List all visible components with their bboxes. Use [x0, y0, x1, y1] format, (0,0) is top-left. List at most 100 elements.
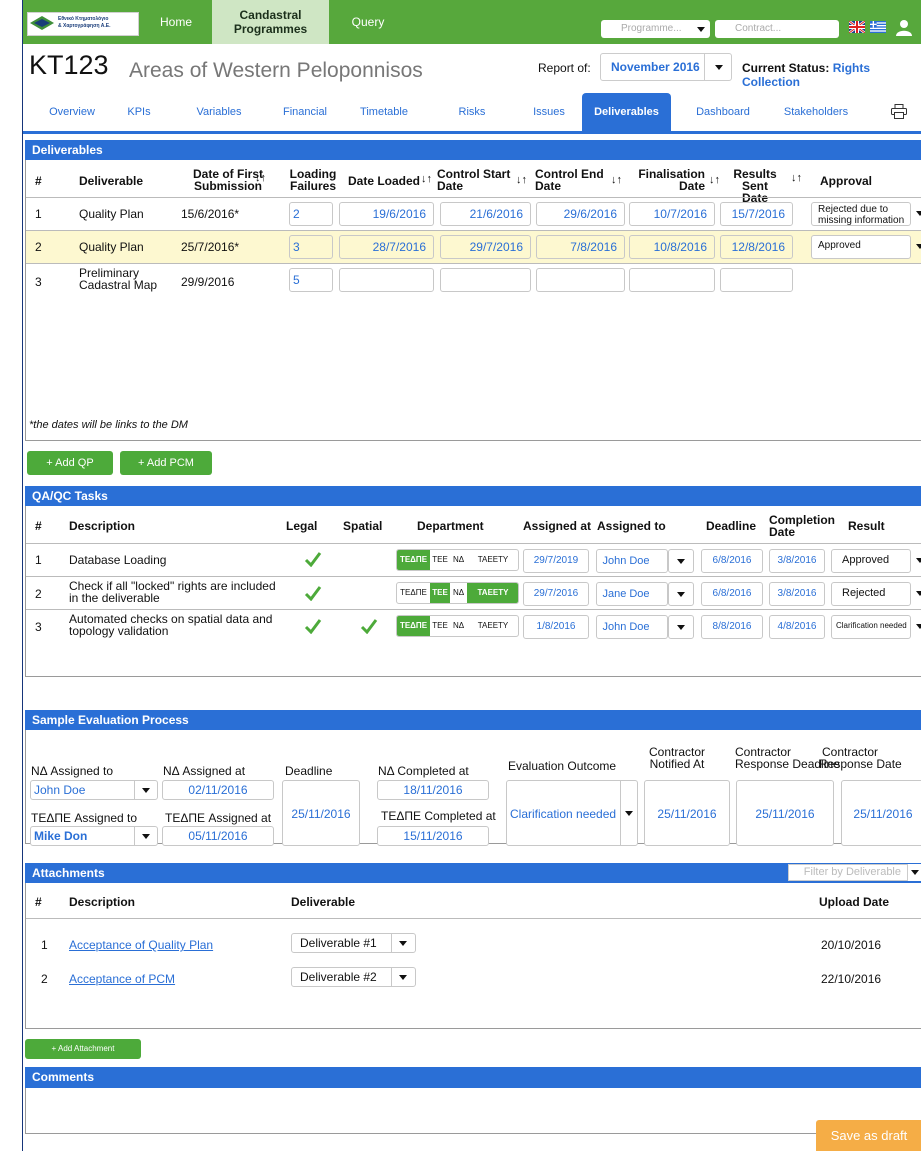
date-loaded-field[interactable]	[339, 268, 434, 292]
chevron-down-icon[interactable]	[916, 244, 921, 249]
sort-icon[interactable]: ↓↑	[516, 174, 527, 186]
nd-completed-field[interactable]: 18/11/2016	[377, 780, 489, 800]
dept-taeety[interactable]: ΤΑΕΕΤΥ	[467, 616, 518, 636]
tab-financial[interactable]: Financial	[269, 93, 341, 131]
tedpe-assigned-at-field[interactable]: 05/11/2016	[162, 826, 274, 846]
chevron-down-icon[interactable]	[916, 624, 921, 629]
tab-deliverables[interactable]: Deliverables	[582, 93, 671, 131]
control-start-field[interactable]: 29/7/2016	[440, 235, 531, 259]
tab-kpis[interactable]: KPIs	[109, 93, 169, 131]
results-sent-field[interactable]: 15/7/2016	[720, 202, 793, 226]
nd-assigned-to-select[interactable]: John Doe	[30, 780, 158, 800]
deadline-field[interactable]: 6/8/2016	[701, 549, 763, 573]
dept-tedpe[interactable]: ΤΕΔΠΕ	[397, 616, 430, 636]
contractor-response-date-field[interactable]: 25/11/2016	[841, 780, 921, 846]
dept-nd[interactable]: ΝΔ	[450, 550, 467, 570]
control-end-field[interactable]	[536, 268, 625, 292]
finalisation-field[interactable]: 10/8/2016	[629, 235, 715, 259]
results-sent-field[interactable]: 12/8/2016	[720, 235, 793, 259]
tedpe-completed-field[interactable]: 15/11/2016	[377, 826, 489, 846]
loading-failures-field[interactable]: 5	[289, 268, 333, 292]
assigned-at-field[interactable]: 1/8/2016	[523, 615, 589, 639]
filter-deliverable-select[interactable]: Filter by Deliverable	[788, 864, 908, 881]
date-loaded-field[interactable]: 19/6/2016	[339, 202, 434, 226]
assigned-to-caret-box[interactable]	[668, 549, 694, 573]
add-attachment-button[interactable]: + Add Attachment	[25, 1039, 141, 1059]
assigned-at-field[interactable]: 29/7/2019	[523, 549, 589, 573]
first-submission-date[interactable]: 29/9/2016	[181, 276, 234, 288]
dept-tedpe[interactable]: ΤΕΔΠΕ	[397, 550, 430, 570]
control-end-field[interactable]: 29/6/2016	[536, 202, 625, 226]
nav-cadastral-programmes[interactable]: Candastral Programmes	[212, 0, 329, 44]
attachment-deliverable-select[interactable]: Deliverable #2	[291, 967, 416, 987]
tab-dashboard[interactable]: Dashboard	[681, 93, 765, 131]
comments-textarea[interactable]	[25, 1088, 921, 1134]
control-start-field[interactable]	[440, 268, 531, 292]
chevron-down-icon[interactable]	[916, 558, 921, 563]
company-logo[interactable]: Εθνικό Κτηματολόγιο & Χαρτογράφηση Α.Ε.	[27, 12, 139, 36]
dept-nd[interactable]: ΝΔ	[450, 616, 467, 636]
col-control-end[interactable]: Control End Date	[535, 168, 604, 192]
completion-field[interactable]: 4/8/2016	[769, 615, 825, 639]
tab-variables[interactable]: Variables	[169, 93, 269, 131]
department-selector[interactable]: ΤΕΔΠΕ ΤΕΕ ΝΔ ΤΑΕΕΤΥ	[396, 549, 519, 571]
assigned-to-caret-box[interactable]	[668, 582, 694, 606]
assigned-to-select[interactable]: John Doe	[596, 549, 668, 573]
dept-taeety[interactable]: ΤΑΕΕΤΥ	[467, 550, 518, 570]
dept-tedpe[interactable]: ΤΕΔΠΕ	[397, 583, 430, 603]
approval-select[interactable]: Rejected due to missing information	[811, 202, 911, 226]
first-submission-date[interactable]: 25/7/2016*	[181, 241, 239, 253]
add-qp-button[interactable]: + Add QP	[27, 451, 113, 475]
result-select[interactable]: Approved	[831, 549, 911, 573]
evaluation-outcome-select[interactable]: Clarification needed	[506, 780, 638, 846]
assigned-to-caret-box[interactable]	[668, 615, 694, 639]
greek-flag-icon[interactable]	[870, 21, 886, 33]
sort-icon[interactable]: ↓↑	[791, 172, 802, 184]
save-draft-button[interactable]: Save as draft	[816, 1120, 921, 1151]
nd-assigned-at-field[interactable]: 02/11/2016	[162, 780, 274, 800]
loading-failures-field[interactable]: 3	[289, 235, 333, 259]
tab-risks[interactable]: Risks	[427, 93, 517, 131]
attachment-link[interactable]: Acceptance of PCM	[69, 973, 175, 985]
finalisation-field[interactable]: 10/7/2016	[629, 202, 715, 226]
department-selector[interactable]: ΤΕΔΠΕ ΤΕΕ ΝΔ ΤΑΕΕΤΥ	[396, 615, 519, 637]
sort-icon[interactable]: ↓↑	[421, 173, 432, 185]
tab-stakeholders[interactable]: Stakeholders	[769, 93, 863, 131]
date-loaded-field[interactable]: 28/7/2016	[339, 235, 434, 259]
completion-field[interactable]: 3/8/2016	[769, 582, 825, 606]
nav-home[interactable]: Home	[141, 0, 211, 44]
assigned-at-field[interactable]: 29/7/2016	[523, 582, 589, 606]
dept-nd[interactable]: ΝΔ	[450, 583, 467, 603]
uk-flag-icon[interactable]	[849, 21, 865, 33]
loading-failures-field[interactable]: 2	[289, 202, 333, 226]
user-icon[interactable]	[895, 18, 913, 36]
dept-tee[interactable]: ΤΕΕ	[430, 616, 450, 636]
report-month-select[interactable]: November 2016	[600, 53, 732, 81]
dept-tee[interactable]: ΤΕΕ	[430, 583, 450, 603]
chevron-down-icon[interactable]	[399, 975, 407, 980]
col-control-start[interactable]: Control Start Date	[437, 168, 510, 192]
deadline-field[interactable]: 6/8/2016	[701, 582, 763, 606]
assigned-to-select[interactable]: Jane Doe	[596, 582, 668, 606]
tab-timetable[interactable]: Timetable	[341, 93, 427, 131]
contract-input[interactable]: Contract...	[715, 20, 839, 38]
first-submission-date[interactable]: 15/6/2016*	[181, 208, 239, 220]
chevron-down-icon[interactable]	[916, 211, 921, 216]
chevron-down-icon[interactable]	[142, 788, 150, 793]
attachment-link[interactable]: Acceptance of Quality Plan	[69, 939, 213, 951]
approval-select[interactable]: Approved	[811, 235, 911, 259]
col-date-loaded[interactable]: Date Loaded	[348, 175, 420, 187]
dept-tee[interactable]: ΤΕΕ	[430, 550, 450, 570]
chevron-down-icon[interactable]	[399, 941, 407, 946]
col-finalisation[interactable]: Finalisation Date	[631, 168, 705, 192]
assigned-to-select[interactable]: John Doe	[596, 615, 668, 639]
deadline-field[interactable]: 8/8/2016	[701, 615, 763, 639]
contractor-response-deadline-field[interactable]: 25/11/2016	[736, 780, 834, 846]
tab-overview[interactable]: Overview	[35, 93, 109, 131]
completion-field[interactable]: 3/8/2016	[769, 549, 825, 573]
sort-icon[interactable]: ↓↑	[255, 172, 266, 184]
results-sent-field[interactable]	[720, 268, 793, 292]
tedpe-assigned-to-select[interactable]: Mike Don	[30, 826, 158, 846]
department-selector[interactable]: ΤΕΔΠΕ ΤΕΕ ΝΔ ΤΑΕΕΤΥ	[396, 582, 519, 604]
tab-issues[interactable]: Issues	[517, 93, 581, 131]
